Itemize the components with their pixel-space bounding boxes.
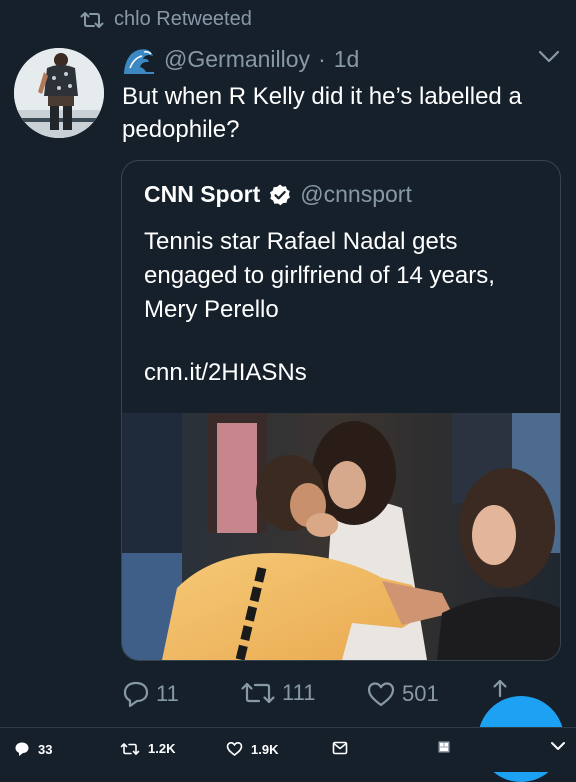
bottom-likes-count: 1.9K (251, 741, 279, 757)
quoted-author-handle[interactable]: @cnnsport (300, 181, 412, 208)
photo-couple-kissing[interactable] (122, 413, 560, 660)
bottom-stats-bar: 33 1.2K 1.9K (0, 727, 576, 772)
quoted-author-name[interactable]: CNN Sport (144, 181, 260, 208)
like-count: 501 (402, 681, 439, 706)
wave-emoji (124, 49, 154, 74)
tweet-time[interactable]: 1d (334, 46, 360, 73)
verified-badge-icon (270, 184, 291, 205)
reply-count: 11 (156, 681, 179, 706)
reply-icon (15, 742, 29, 756)
mail-icon (332, 741, 348, 755)
bottom-retweets-count: 1.2K (148, 741, 176, 756)
avatar-image (14, 48, 104, 138)
quoted-tweet-text: Tennis star Rafael Nadal gets engaged to… (144, 228, 495, 323)
quoted-tweet-card[interactable]: CNN Sport @cnnsport Tennis star Rafael N… (121, 160, 561, 661)
tweet-text: But when R Kelly did it he’s labelled a … (122, 83, 522, 143)
retweet-header: chlo Retweeted (80, 8, 252, 31)
chevron-down-icon[interactable] (538, 50, 560, 64)
heart-icon (226, 742, 243, 756)
tweet-actions: 11 111 501 (122, 679, 542, 714)
retweet-button[interactable]: 111 (240, 680, 315, 706)
retweet-icon (80, 11, 104, 28)
bottom-dm[interactable] (332, 741, 348, 755)
tweet-header: @Germanilloy · 1d (122, 44, 359, 74)
heart-icon (367, 682, 395, 707)
user-avatar[interactable] (14, 48, 104, 138)
reply-icon (123, 681, 149, 708)
bottom-replies-count: 33 (38, 741, 53, 757)
bottom-retweets[interactable]: 1.2K (120, 741, 175, 756)
retweet-count: 111 (282, 680, 316, 705)
retweet-header-label: chlo Retweeted (114, 8, 252, 30)
quoted-tweet-header: CNN Sport @cnnsport (144, 181, 412, 208)
tweet-separator: · (318, 45, 326, 72)
bottom-replies[interactable]: 33 (14, 741, 52, 757)
like-button[interactable]: 501 (366, 680, 439, 708)
tweet-handle[interactable]: @Germanilloy (164, 46, 310, 73)
chevron-down-icon (551, 742, 565, 750)
bottom-extra[interactable] (438, 741, 450, 753)
retweet-icon (241, 682, 275, 704)
retweet-icon (120, 742, 140, 755)
bottom-expand[interactable] (550, 740, 566, 752)
grid-icon (438, 741, 450, 753)
reply-button[interactable]: 11 (122, 680, 179, 708)
bottom-likes[interactable]: 1.9K (226, 741, 278, 757)
quoted-tweet-link[interactable]: cnn.it/2HIASNs (144, 359, 307, 387)
